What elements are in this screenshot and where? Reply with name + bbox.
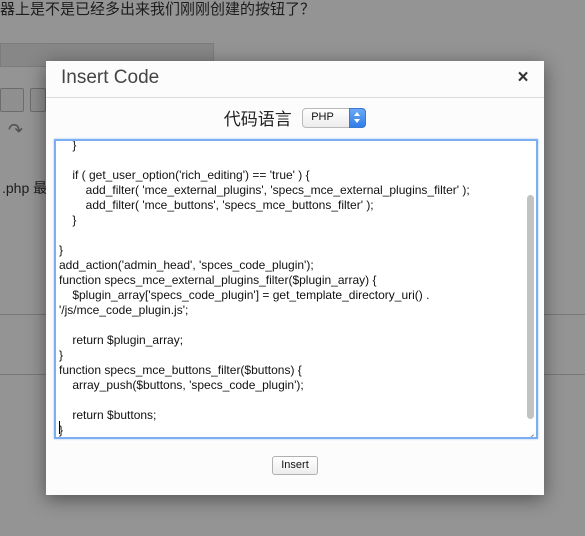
close-icon[interactable]: × <box>514 68 532 88</box>
code-line: add_action('admin_head', 'spces_code_plu… <box>59 258 314 272</box>
code-line: } <box>59 243 64 257</box>
code-textarea[interactable]: } if ( get_user_option('rich_editing') =… <box>54 139 538 439</box>
scrollbar-thumb[interactable] <box>527 195 534 419</box>
insert-code-dialog: Insert Code × 代码语言 PHP } if ( get_user_o… <box>46 61 544 495</box>
resize-handle-icon[interactable] <box>526 427 535 436</box>
code-line: array_push($buttons, 'specs_code_plugin'… <box>59 378 304 392</box>
code-line: function specs_mce_external_plugins_filt… <box>59 273 377 287</box>
language-select[interactable]: PHP <box>302 107 367 128</box>
code-line: function specs_mce_buttons_filter($butto… <box>59 363 302 377</box>
code-line: } <box>59 423 64 437</box>
code-line: '/js/mce_code_plugin.js'; <box>59 303 189 317</box>
language-row: 代码语言 PHP <box>46 105 544 131</box>
language-label: 代码语言 <box>223 110 292 129</box>
code-line: $plugin_array['specs_code_plugin'] = get… <box>59 288 430 302</box>
code-line: } <box>59 139 77 152</box>
code-line: return $plugin_array; <box>59 333 184 347</box>
code-line: } <box>59 348 64 362</box>
code-line: if ( get_user_option('rich_editing') == … <box>59 168 310 182</box>
code-line: add_filter( 'mce_buttons', 'specs_mce_bu… <box>59 198 374 212</box>
code-line: return $buttons; <box>59 408 157 422</box>
dialog-title: Insert Code <box>61 67 160 88</box>
code-content: } if ( get_user_option('rich_editing') =… <box>59 139 519 437</box>
code-line: add_filter( 'mce_external_plugins', 'spe… <box>59 183 470 197</box>
language-select-value: PHP <box>311 110 334 123</box>
select-arrows-icon <box>349 107 367 128</box>
text-cursor <box>59 421 60 434</box>
dialog-header: Insert Code × <box>46 61 544 98</box>
insert-button[interactable]: Insert <box>272 456 318 475</box>
code-line: } <box>59 213 77 227</box>
